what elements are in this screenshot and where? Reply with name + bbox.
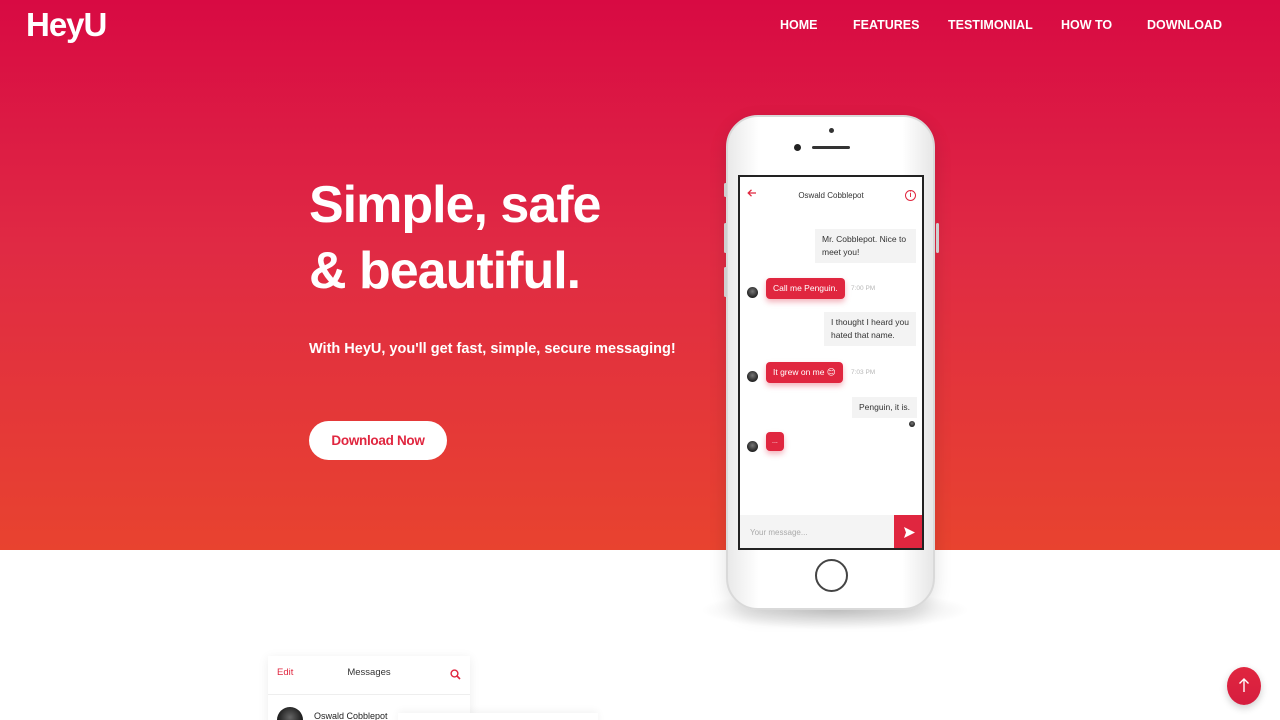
phone-mockup: Oswald Cobblepot i Mr. Cobblepot. Nice t… [724, 115, 939, 610]
message-time: 7:00 PM [851, 285, 876, 292]
info-icon[interactable]: i [905, 190, 916, 201]
hero-section: HeyU HOME FEATURES TESTIMONIAL HOW TO DO… [0, 0, 1280, 550]
message-text: hated that name. [831, 330, 895, 340]
hero-subtitle: With HeyU, you'll get fast, simple, secu… [309, 341, 676, 357]
avatar [747, 441, 758, 452]
nav-home[interactable]: HOME [780, 18, 818, 32]
send-button[interactable] [894, 515, 922, 548]
message-time: 7:03 PM [851, 369, 876, 376]
message-bubble-incoming: It grew on me 😊 [766, 362, 843, 383]
send-icon [904, 527, 915, 538]
search-icon[interactable] [450, 667, 461, 685]
phone-home-button[interactable] [815, 559, 848, 592]
phone-sensor [829, 128, 834, 133]
phone-mute-switch [724, 183, 727, 197]
nav-how-to[interactable]: HOW TO [1061, 18, 1112, 32]
phone-power-button [936, 223, 939, 253]
phone-volume-up [724, 223, 727, 253]
message-text: meet you! [822, 247, 860, 257]
message-text: Penguin, it is. [859, 402, 911, 412]
typing-indicator: ... [766, 432, 784, 451]
hero-title-line-1: Simple, safe [309, 176, 601, 234]
nav-testimonial[interactable]: TESTIMONIAL [948, 18, 1033, 32]
divider [268, 694, 470, 695]
avatar [747, 371, 758, 382]
nav-download[interactable]: DOWNLOAD [1147, 18, 1222, 32]
chat-screen: Oswald Cobblepot i Mr. Cobblepot. Nice t… [738, 175, 924, 550]
nav-features[interactable]: FEATURES [853, 18, 919, 32]
chat-contact-name: Oswald Cobblepot [798, 191, 864, 200]
message-bubble-outgoing: Mr. Cobblepot. Nice to meet you! [815, 229, 916, 263]
contact-name[interactable]: Oswald Cobblepot [314, 711, 388, 720]
message-bubble-outgoing: I thought I heard you hated that name. [824, 312, 916, 346]
messages-panel: Edit Messages Oswald Cobblepot [268, 656, 470, 720]
hero-title: Simple, safe & beautiful. [309, 172, 601, 304]
scroll-to-top-button[interactable] [1227, 667, 1261, 705]
hero-title-line-2: & beautiful. [309, 242, 581, 300]
message-text: It grew on me 😊 [773, 367, 836, 377]
secondary-panel-peek [398, 713, 598, 720]
download-now-button[interactable]: Download Now [309, 421, 447, 460]
message-bubble-outgoing: Penguin, it is. [852, 397, 918, 418]
arrow-up-icon [1239, 678, 1249, 692]
message-text: Mr. Cobblepot. Nice to [822, 234, 907, 244]
message-text: Call me Penguin. [773, 283, 838, 293]
phone-speaker [812, 146, 850, 149]
message-bubble-incoming: Call me Penguin. [766, 278, 845, 299]
logo[interactable]: HeyU [26, 6, 107, 44]
message-text: I thought I heard you [831, 317, 909, 327]
messages-title: Messages [347, 667, 391, 678]
read-receipt-avatar [909, 421, 915, 427]
phone-volume-down [724, 267, 727, 297]
avatar [747, 287, 758, 298]
message-input[interactable] [740, 515, 894, 548]
message-text: ... [772, 438, 778, 445]
phone-camera [794, 144, 801, 151]
avatar [277, 707, 303, 720]
